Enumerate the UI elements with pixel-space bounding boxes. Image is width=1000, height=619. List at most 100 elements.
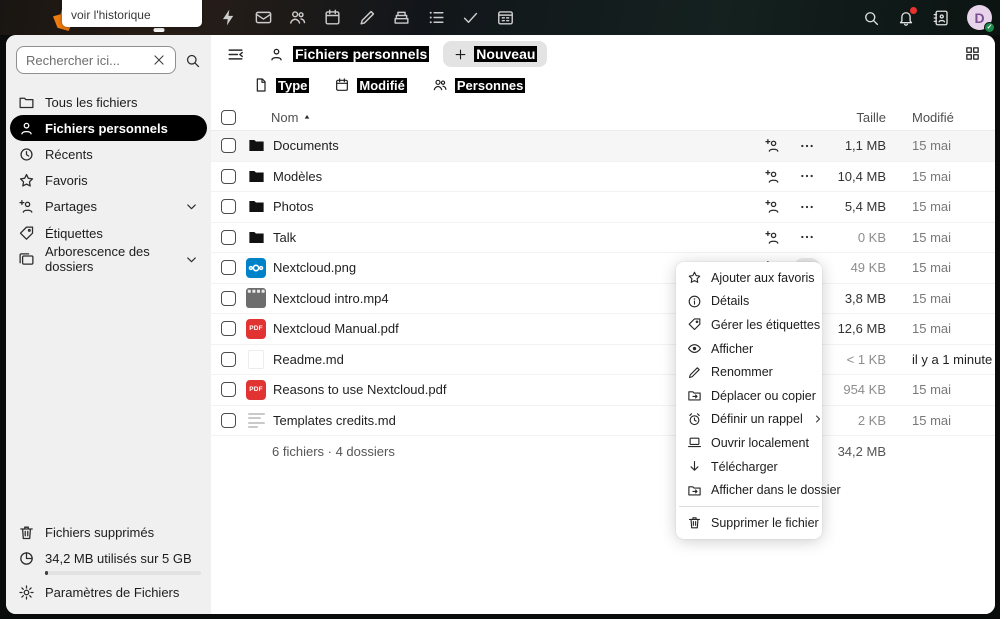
menu-item[interactable]: Renommer: [676, 360, 822, 384]
sidebar-toggle-icon[interactable]: [226, 45, 245, 64]
file-size: < 1 KB: [820, 352, 886, 367]
contacts-menu-icon[interactable]: [932, 9, 950, 27]
column-header-size[interactable]: Taille: [820, 110, 886, 125]
file-list: Documents 1,1 MB 15 mai Modèles 10,4 MB …: [211, 131, 995, 436]
row-checkbox[interactable]: [221, 138, 236, 153]
recent-icon: [18, 146, 35, 163]
clear-search-icon[interactable]: [152, 53, 166, 67]
table-row[interactable]: Templates credits.md 2 KB 15 mai: [211, 406, 995, 437]
app-mail-icon[interactable]: [246, 0, 281, 35]
quota[interactable]: 34,2 MB utilisés sur 5 GB: [10, 547, 207, 580]
text-file-icon: [246, 410, 266, 430]
app-activity-icon[interactable]: [211, 0, 246, 35]
app-planner-icon[interactable]: [488, 0, 523, 35]
avatar[interactable]: D ✓: [967, 5, 992, 30]
filter-chip-label: Personnes: [455, 78, 525, 93]
file-modified: 15 mai: [912, 413, 995, 428]
share-button[interactable]: [764, 137, 781, 154]
row-checkbox[interactable]: [221, 321, 236, 336]
app-notes-icon[interactable]: [350, 0, 385, 35]
table-row[interactable]: Documents 1,1 MB 15 mai: [211, 131, 995, 162]
sidebar-item[interactable]: Fichiers personnels: [10, 115, 207, 141]
trash-icon: [18, 524, 35, 541]
search-placeholder: Rechercher ici...: [26, 53, 120, 68]
sidebar-item[interactable]: Récents: [10, 141, 207, 167]
menu-item[interactable]: Détails: [676, 290, 822, 314]
row-checkbox[interactable]: [221, 169, 236, 184]
people-icon: [432, 77, 448, 93]
status-badge: ✓: [984, 22, 995, 33]
filter-chip-type[interactable]: Type: [253, 77, 309, 93]
row-checkbox[interactable]: [221, 413, 236, 428]
menu-item[interactable]: Afficher dans le dossier: [676, 478, 822, 502]
menu-item[interactable]: Supprimer le fichier: [676, 511, 822, 535]
file-size: 954 KB: [820, 382, 886, 397]
row-checkbox[interactable]: [221, 199, 236, 214]
actions-menu-button[interactable]: [794, 197, 820, 216]
app-calendar-icon[interactable]: [315, 0, 350, 35]
share-button[interactable]: [764, 168, 781, 185]
column-header-name[interactable]: Nom: [271, 110, 754, 125]
column-header-modified[interactable]: Modifié: [912, 110, 995, 125]
share-button[interactable]: [764, 198, 781, 215]
table-row[interactable]: Nextcloud intro.mp4 3,8 MB 15 mai: [211, 284, 995, 315]
menu-item[interactable]: Afficher: [676, 337, 822, 361]
folder-outline-icon: [18, 94, 35, 111]
row-checkbox[interactable]: [221, 352, 236, 367]
row-checkbox[interactable]: [221, 382, 236, 397]
star-icon: [18, 172, 35, 189]
plus-icon: [453, 47, 468, 62]
active-app-indicator: [154, 28, 165, 32]
row-checkbox[interactable]: [221, 260, 236, 275]
app-tasks-icon[interactable]: [419, 0, 454, 35]
new-button[interactable]: Nouveau: [443, 41, 547, 67]
actions-menu-button[interactable]: [794, 228, 820, 247]
select-all-checkbox[interactable]: [221, 110, 236, 125]
file-name: Photos: [273, 199, 764, 214]
unified-search-icon[interactable]: [862, 9, 880, 27]
sidebar-item[interactable]: Étiquettes: [10, 220, 207, 246]
menu-item[interactable]: Déplacer ou copier: [676, 384, 822, 408]
sidebar-item[interactable]: Partages: [10, 194, 207, 220]
app-contacts-icon[interactable]: [281, 0, 316, 35]
search-input[interactable]: Rechercher ici...: [16, 46, 176, 74]
chevron-down-icon[interactable]: [184, 252, 199, 267]
sidebar-item[interactable]: Arborescence des dossiers: [10, 246, 207, 272]
sidebar-item-settings[interactable]: Paramètres de Fichiers: [10, 580, 207, 606]
actions-menu-button[interactable]: [794, 167, 820, 186]
notifications-bell-icon[interactable]: [897, 9, 915, 27]
table-row[interactable]: Talk 0 KB 15 mai: [211, 223, 995, 254]
file-name: Modèles: [273, 169, 764, 184]
menu-item[interactable]: Définir un rappel: [676, 408, 822, 432]
sidebar: Rechercher ici... Tous les fichiers Fich…: [6, 35, 211, 614]
file-size: 2 KB: [820, 413, 886, 428]
share-button[interactable]: [764, 229, 781, 246]
folder-icon: [246, 227, 266, 247]
app-todos-icon[interactable]: [454, 0, 489, 35]
sidebar-item[interactable]: Favoris: [10, 168, 207, 194]
file-modified: 15 mai: [912, 169, 995, 184]
filter-chip-modifié[interactable]: Modifié: [334, 77, 407, 93]
menu-item[interactable]: Télécharger: [676, 455, 822, 479]
app-deck-icon[interactable]: [384, 0, 419, 35]
table-row[interactable]: PDF Nextcloud Manual.pdf 12,6 MB 15 mai: [211, 314, 995, 345]
row-checkbox[interactable]: [221, 291, 236, 306]
menu-item[interactable]: Ajouter aux favoris: [676, 266, 822, 290]
chevron-down-icon[interactable]: [184, 199, 199, 214]
menu-item[interactable]: Gérer les étiquettes: [676, 313, 822, 337]
row-checkbox[interactable]: [221, 230, 236, 245]
search-submit-icon[interactable]: [184, 52, 203, 69]
breadcrumb[interactable]: Fichiers personnels: [268, 46, 429, 63]
table-row[interactable]: Photos 5,4 MB 15 mai: [211, 192, 995, 223]
table-row[interactable]: PDF Reasons to use Nextcloud.pdf 954 KB …: [211, 375, 995, 406]
sidebar-item-label: Arborescence des dossiers: [45, 244, 174, 274]
table-row[interactable]: Modèles 10,4 MB 15 mai: [211, 162, 995, 193]
table-row[interactable]: Nextcloud.png 49 KB 15 mai: [211, 253, 995, 284]
filter-chip-personnes[interactable]: Personnes: [432, 77, 525, 93]
sidebar-item[interactable]: Tous les fichiers: [10, 89, 207, 115]
table-row[interactable]: Readme.md < 1 KB il y a 1 minute: [211, 345, 995, 376]
menu-item[interactable]: Ouvrir localement: [676, 431, 822, 455]
actions-menu-button[interactable]: [794, 136, 820, 155]
grid-view-icon[interactable]: [964, 45, 981, 62]
sidebar-item-trash[interactable]: Fichiers supprimés: [10, 520, 207, 546]
